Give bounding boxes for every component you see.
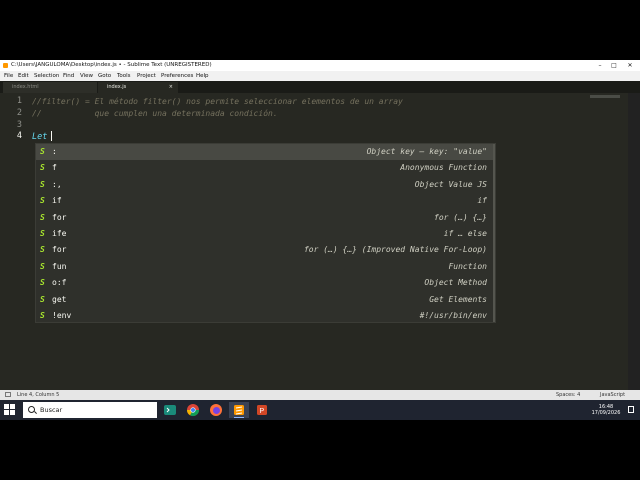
- clock-date: 17/09/2026: [591, 410, 621, 416]
- powerpoint-app-icon[interactable]: P: [252, 402, 272, 418]
- autocomplete-popup: S : Object key — key: "value" S f Anonym…: [36, 144, 495, 322]
- snippet-icon: S: [40, 163, 45, 173]
- snippet-description: for (…) {…}: [434, 212, 487, 222]
- menu-help[interactable]: Help: [196, 71, 209, 81]
- snippet-description: if … else: [443, 229, 487, 238]
- menu-edit[interactable]: Edit: [18, 71, 29, 81]
- menu-preferences[interactable]: Preferences: [161, 71, 193, 81]
- tab-index-html[interactable]: index.html: [3, 82, 97, 93]
- chrome-app-icon[interactable]: [183, 402, 203, 418]
- tab-label: index.js: [107, 84, 127, 90]
- line-number: 3: [16, 120, 22, 130]
- line-number: 1: [16, 96, 22, 106]
- text-caret: [51, 131, 52, 141]
- autocomplete-item[interactable]: S for for (…) {…} (Improved Native For-L…: [36, 242, 495, 258]
- autocomplete-item[interactable]: S :, Object Value JS: [36, 177, 495, 193]
- menu-view[interactable]: View: [80, 71, 93, 81]
- status-bar: Line 4, Column 5 Spaces: 4 JavaScript: [0, 390, 640, 400]
- code-line: // que cumplen una determinada condición…: [32, 109, 278, 118]
- maximize-button[interactable]: □: [607, 60, 621, 71]
- window-title: C:\Users\JANGULOMA\Desktop\index.js • - …: [11, 62, 212, 68]
- window-titlebar: C:\Users\JANGULOMA\Desktop\index.js • - …: [0, 60, 640, 71]
- snippet-trigger: f: [52, 163, 57, 173]
- snippet-icon: S: [40, 196, 45, 206]
- taskbar-clock[interactable]: 16:48 17/09/2026: [588, 404, 624, 416]
- code-line-current: Let: [32, 132, 48, 142]
- syntax-setting[interactable]: JavaScript: [600, 390, 625, 400]
- snippet-icon: S: [40, 245, 45, 255]
- search-placeholder: Buscar: [40, 406, 63, 414]
- autocomplete-item[interactable]: S ife if … else: [36, 226, 495, 242]
- snippet-trigger: if: [52, 196, 62, 206]
- snippet-description: Anonymous Function: [400, 163, 487, 173]
- snippet-trigger: fun: [52, 261, 67, 271]
- snippet-trigger: for: [52, 245, 67, 255]
- active-app-indicator: [234, 416, 244, 418]
- snippet-description: if: [477, 196, 487, 206]
- tab-close-icon[interactable]: ×: [169, 82, 173, 93]
- windows-start-icon[interactable]: [4, 404, 16, 416]
- snippet-description: Function: [448, 261, 487, 271]
- snippet-trigger: !env: [52, 311, 72, 320]
- snippet-description: Object Value JS: [414, 179, 487, 189]
- line-number-current: 4: [16, 131, 22, 141]
- notifications-icon[interactable]: [628, 406, 634, 413]
- snippet-trigger: :: [52, 147, 57, 156]
- menu-project[interactable]: Project: [137, 71, 156, 81]
- menu-tools[interactable]: Tools: [117, 71, 131, 81]
- autocomplete-item[interactable]: S !env #!/usr/bin/env: [36, 308, 495, 324]
- snippet-icon: S: [40, 147, 45, 156]
- minimize-button[interactable]: –: [593, 60, 607, 71]
- autocomplete-item[interactable]: S : Object key — key: "value": [36, 144, 495, 161]
- snippet-trigger: o:f: [52, 278, 67, 288]
- menu-goto[interactable]: Goto: [98, 71, 111, 81]
- windows-taskbar: Buscar P 16:48 17/09/2026: [0, 400, 640, 420]
- autocomplete-item[interactable]: S o:f Object Method: [36, 275, 495, 291]
- search-icon: [28, 406, 35, 413]
- menu-selection[interactable]: Selection: [34, 71, 59, 81]
- sublime-app-taskbar-icon[interactable]: [229, 402, 249, 418]
- cursor-position: Line 4, Column 5: [17, 392, 60, 398]
- terminal-app-icon[interactable]: [160, 402, 180, 418]
- autocomplete-item[interactable]: S if if: [36, 193, 495, 209]
- firefox-app-icon[interactable]: [206, 402, 226, 418]
- tab-label: index.html: [12, 84, 39, 90]
- snippet-icon: S: [40, 212, 45, 222]
- snippet-icon: S: [40, 294, 45, 304]
- snippet-description: Object key — key: "value": [366, 147, 487, 156]
- snippet-description: Get Elements: [429, 294, 487, 304]
- autocomplete-item[interactable]: S fun Function: [36, 259, 495, 275]
- screen-frame: C:\Users\JANGULOMA\Desktop\index.js • - …: [0, 60, 640, 420]
- sublime-app-icon: [3, 63, 8, 68]
- snippet-trigger: get: [52, 294, 67, 304]
- tab-bar: index.html index.js ×: [0, 81, 640, 93]
- snippet-description: #!/usr/bin/env: [419, 311, 487, 320]
- snippet-icon: S: [40, 229, 45, 238]
- snippet-icon: S: [40, 311, 45, 320]
- snippet-description: for (…) {…} (Improved Native For-Loop): [303, 245, 487, 255]
- snippet-description: Object Method: [424, 278, 487, 288]
- snippet-icon: S: [40, 261, 45, 271]
- snippet-trigger: :,: [52, 179, 62, 189]
- indentation-setting[interactable]: Spaces: 4: [556, 390, 580, 400]
- snippet-trigger: ife: [52, 229, 67, 238]
- minimap[interactable]: [590, 95, 620, 98]
- snippet-trigger: for: [52, 212, 67, 222]
- autocomplete-item[interactable]: S f Anonymous Function: [36, 160, 495, 176]
- autocomplete-item[interactable]: S for for (…) {…}: [36, 210, 495, 226]
- tab-index-js[interactable]: index.js ×: [98, 82, 178, 93]
- taskbar-search-box[interactable]: Buscar: [23, 402, 157, 418]
- autocomplete-item[interactable]: S get Get Elements: [36, 292, 495, 308]
- snippet-icon: S: [40, 179, 45, 189]
- autocomplete-scrollbar[interactable]: [493, 144, 495, 322]
- menu-find[interactable]: Find: [63, 71, 74, 81]
- code-line: //filter() = El método filter() nos perm…: [32, 97, 403, 106]
- menu-file[interactable]: File: [4, 71, 13, 81]
- svg-text:P: P: [260, 408, 265, 415]
- line-number: 2: [16, 108, 22, 118]
- panel-toggle-icon[interactable]: [5, 392, 11, 397]
- snippet-icon: S: [40, 278, 45, 288]
- close-button[interactable]: ✕: [623, 60, 637, 71]
- vertical-scrollbar[interactable]: [628, 93, 640, 390]
